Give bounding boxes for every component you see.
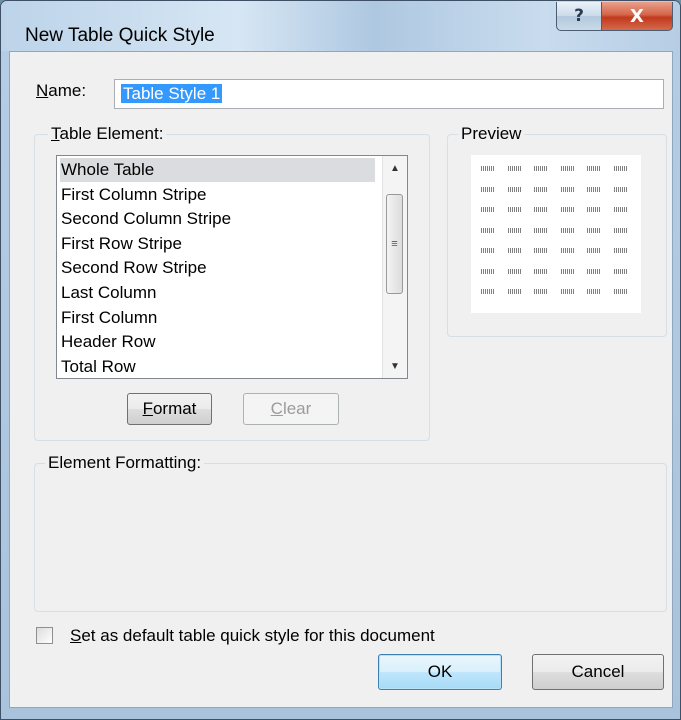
preview-cell <box>560 227 575 233</box>
preview-cell <box>481 248 495 253</box>
preview-cell <box>534 227 548 233</box>
preview-cell <box>481 227 495 233</box>
close-button[interactable]: X <box>601 2 673 31</box>
element-formatting-legend: Element Formatting: <box>45 453 205 473</box>
preview-cell <box>560 248 575 253</box>
question-mark-icon: ? <box>574 6 584 26</box>
preview-cell <box>587 186 601 192</box>
preview-cell <box>560 186 575 192</box>
preview-cell <box>481 268 495 274</box>
default-style-label[interactable]: Set as default table quick style for thi… <box>70 626 435 646</box>
ok-button[interactable]: OK <box>378 654 502 690</box>
preview-cell <box>481 207 495 212</box>
preview-cell <box>560 166 575 171</box>
list-item[interactable]: Last Column <box>60 281 375 305</box>
preview-cell <box>481 186 495 192</box>
preview-cell <box>534 207 548 212</box>
preview-cell <box>481 289 495 294</box>
list-item[interactable]: First Column Stripe <box>60 183 375 207</box>
preview-cell <box>587 227 601 233</box>
preview-cell <box>534 186 548 192</box>
format-button-label: Format <box>142 399 197 418</box>
preview-cell <box>481 166 495 171</box>
ok-button-label: OK <box>427 662 453 681</box>
preview-cell <box>534 268 548 274</box>
preview-cell <box>613 186 628 192</box>
title-bar[interactable]: New Table Quick Style ? X <box>1 1 680 51</box>
scroll-up-arrow-icon[interactable]: ▲ <box>383 156 407 180</box>
preview-cell <box>507 186 522 192</box>
preview-cell <box>534 248 548 253</box>
dialog-window: New Table Quick Style ? X Name: Table St… <box>0 0 681 720</box>
preview-cell <box>560 268 575 274</box>
preview-cell <box>587 289 601 294</box>
table-element-legend: Table Element: <box>48 124 167 144</box>
grip-icon: ≡ <box>391 238 398 250</box>
preview-cell <box>507 207 522 212</box>
preview-cell <box>560 289 575 294</box>
preview-cell <box>507 227 522 233</box>
scroll-down-arrow-icon[interactable]: ▼ <box>383 354 407 378</box>
name-input[interactable]: Table Style 1 <box>114 79 664 109</box>
listbox-scrollbar[interactable]: ▲ ≡ ▼ <box>382 156 407 378</box>
scrollbar-thumb[interactable]: ≡ <box>386 194 403 294</box>
preview-cell <box>587 268 601 274</box>
table-element-listbox[interactable]: Whole Table First Column Stripe Second Col… <box>56 155 408 379</box>
preview-cell <box>534 166 548 171</box>
cancel-button-label: Cancel <box>571 662 625 681</box>
dialog-title: New Table Quick Style <box>25 25 215 46</box>
preview-legend: Preview <box>458 124 525 144</box>
clear-button[interactable]: Clear <box>243 393 339 425</box>
preview-cell <box>613 207 628 212</box>
default-style-checkbox[interactable] <box>36 627 53 644</box>
preview-cell <box>587 166 601 171</box>
preview-cell <box>534 289 548 294</box>
element-formatting-group: Element Formatting: <box>34 453 667 612</box>
preview-cell <box>613 166 628 171</box>
list-item[interactable]: Second Column Stripe <box>60 207 375 231</box>
preview-table <box>471 155 641 313</box>
preview-cell <box>613 227 628 233</box>
list-item[interactable]: First Row Stripe <box>60 232 375 256</box>
list-item[interactable]: Whole Table <box>60 158 375 182</box>
preview-cell <box>587 248 601 253</box>
list-item[interactable]: Total Row <box>60 355 375 378</box>
preview-cell <box>507 289 522 294</box>
preview-cell <box>613 268 628 274</box>
clear-button-label: Clear <box>270 399 312 418</box>
list-item[interactable]: Second Row Stripe <box>60 256 375 280</box>
preview-cell <box>613 289 628 294</box>
format-button[interactable]: Format <box>127 393 212 425</box>
preview-cell <box>507 248 522 253</box>
list-item[interactable]: Header Row <box>60 330 375 354</box>
list-item[interactable]: First Column <box>60 306 375 330</box>
preview-cell <box>507 268 522 274</box>
name-label: Name: <box>36 81 87 100</box>
close-x-icon: X <box>630 5 644 27</box>
help-button[interactable]: ? <box>556 2 602 31</box>
preview-cell <box>560 207 575 212</box>
cancel-button[interactable]: Cancel <box>532 654 664 690</box>
preview-cell <box>587 207 601 212</box>
preview-cell <box>507 166 522 171</box>
dialog-body: Name: Table Style 1 Table Element: Whole… <box>9 51 673 708</box>
name-input-value: Table Style 1 <box>121 84 223 103</box>
preview-cell <box>613 248 628 253</box>
